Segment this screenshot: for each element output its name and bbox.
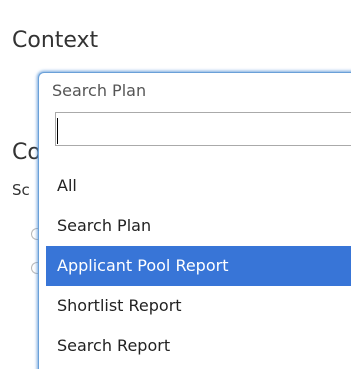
- text-caret: [57, 118, 58, 144]
- background-radio[interactable]: [31, 262, 38, 274]
- select-current-value[interactable]: Search Plan: [52, 80, 146, 102]
- page: Context Co Sc Search Plan All Search Pla…: [0, 0, 351, 369]
- dropdown-option-search-plan[interactable]: Search Plan: [46, 206, 351, 246]
- dropdown-option-shortlist-report[interactable]: Shortlist Report: [46, 286, 351, 326]
- dropdown-options-list: All Search Plan Applicant Pool Report Sh…: [46, 166, 351, 366]
- dropdown-option-all[interactable]: All: [46, 166, 351, 206]
- background-label-fragment: Sc: [12, 181, 30, 199]
- dropdown-option-search-report[interactable]: Search Report: [46, 326, 351, 366]
- background-heading-fragment: Co: [12, 140, 41, 165]
- dropdown-option-applicant-pool-report[interactable]: Applicant Pool Report: [46, 246, 351, 286]
- section-heading: Context: [12, 28, 99, 53]
- dropdown-search-input[interactable]: [55, 112, 351, 146]
- background-radio[interactable]: [31, 228, 38, 240]
